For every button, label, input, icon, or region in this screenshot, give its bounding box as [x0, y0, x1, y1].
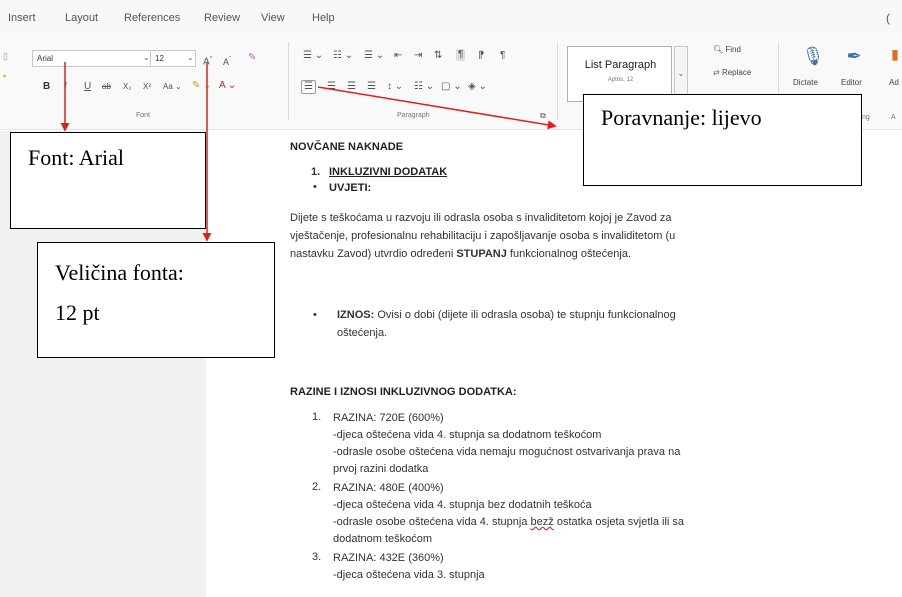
menu-review[interactable]: Review — [204, 12, 240, 24]
sort-icon[interactable]: ⇅ — [434, 50, 442, 62]
annotation-size-line: Veličina fonta: — [55, 260, 184, 285]
highlight-icon[interactable]: ✎ ⌄ — [192, 80, 212, 92]
shading-icon[interactable]: ◈ ⌄ — [468, 81, 487, 93]
divider — [288, 42, 289, 120]
align-center-icon[interactable]: ☰ — [327, 81, 336, 93]
item-inkluzivni: INKLUZIVNI DODATAK — [329, 166, 448, 178]
iznos-line: IZNOS: Ovisi o dobi (dijete ili odrasla … — [337, 309, 676, 321]
bullet: • — [313, 309, 317, 321]
level-title: RAZINA: 480E (400%) — [333, 482, 444, 494]
style-name: List Paragraph — [584, 59, 657, 71]
list-number: 2. — [312, 481, 322, 493]
group-label-cut: ng — [862, 114, 870, 121]
document-page[interactable]: NOVČANE NAKNADE 1. INKLUZIVNI DODATAK • … — [206, 131, 902, 597]
level-title: RAZINA: 432E (360%) — [333, 552, 444, 564]
paragraph-launcher-icon[interactable]: ⧉ — [540, 110, 546, 122]
paragraph-line: Dijete s teškoćama u razvoju ili odrasla… — [290, 212, 672, 224]
paragraph-line: nastavku Zavod) utvrdio određeni STUPANJ… — [290, 248, 632, 260]
align-right-icon[interactable]: ☰ — [347, 81, 356, 93]
annotation-font-size: Veličina fonta: 12 pt — [37, 242, 275, 358]
ltr-icon[interactable]: ⁋ — [478, 50, 484, 62]
menu-help[interactable]: Help — [312, 12, 335, 24]
bullet: • — [313, 181, 317, 193]
heading-razine: RAZINE I IZNOSI INKLUZIVNOG DODATKA: — [290, 386, 517, 398]
annotation-alignment: Poravnanje: lijevo — [583, 94, 862, 186]
level-line: -djeca oštećena vida 3. stupnja — [333, 569, 485, 581]
decrease-indent-icon[interactable]: ⇤ — [394, 50, 402, 62]
justify-icon[interactable]: ☰ — [367, 81, 376, 93]
line-spacing-icon[interactable]: ↕ ⌄ — [387, 81, 403, 93]
divider — [557, 42, 558, 120]
borders-icon[interactable]: ▢ ⌄ — [441, 81, 462, 93]
find-button[interactable]: 🔍︎ Find — [713, 45, 741, 54]
heading-novcane: NOVČANE NAKNADE — [290, 141, 404, 153]
font-name-field[interactable]: Arial — [32, 50, 152, 67]
level-title: RAZINA: 720E (600%) — [333, 412, 444, 424]
annotation-size-line: 12 pt — [55, 300, 100, 325]
increase-indent-icon[interactable]: ⇥ — [414, 50, 422, 62]
underline-icon[interactable]: U — [84, 81, 91, 93]
multilevel-list-icon[interactable]: ☰ ⌄ — [364, 50, 384, 62]
menu-bar: Insert Layout References Review View Hel… — [0, 0, 902, 36]
iznos-line: oštećenja. — [337, 327, 388, 339]
chevron-down-icon[interactable]: ⌄ — [187, 53, 194, 62]
group-label-cut-2: A — [891, 114, 896, 121]
editor-icon[interactable]: ✒ — [836, 46, 872, 67]
level-line: -odrasle osobe oštećena vida nemaju mogu… — [333, 446, 681, 458]
change-case-icon[interactable]: Aa ⌄ — [163, 81, 182, 93]
superscript-icon[interactable]: X² — [143, 81, 151, 93]
level-line: -djeca oštećena vida 4. stupnja bez doda… — [333, 499, 592, 511]
search-icon: 🔍︎ — [713, 45, 724, 54]
editor-label[interactable]: Editor — [841, 78, 862, 87]
list-number: 1. — [312, 411, 322, 423]
paragraph-group-label: Paragraph — [397, 112, 430, 119]
shrink-font-icon[interactable]: Aˇ — [223, 54, 231, 68]
paragraph-line: vještačenje, profesionalnu rehabilitacij… — [290, 230, 676, 242]
bullets-icon[interactable]: ☰ ⌄ — [303, 50, 323, 62]
item-uvjeti: UVJETI: — [329, 182, 372, 194]
level-line: prvoj razini dodatka — [333, 463, 429, 475]
italic-icon[interactable]: I — [64, 81, 67, 93]
menu-insert[interactable]: Insert — [8, 12, 36, 24]
format-painter-icon[interactable]: ▪ — [3, 70, 6, 82]
dictate-label[interactable]: Dictate — [793, 78, 818, 87]
grow-font-icon[interactable]: A^ — [203, 53, 213, 68]
replace-icon: ⇄ — [713, 68, 720, 77]
show-formatting-icon[interactable]: ¶ — [456, 49, 466, 61]
clear-formatting-icon[interactable]: ✎ — [248, 52, 256, 64]
font-group-label: Font — [136, 112, 151, 119]
subscript-icon[interactable]: X₂ — [123, 81, 131, 93]
menu-references[interactable]: References — [124, 12, 180, 24]
columns-icon[interactable]: ☷ ⌄ — [414, 81, 434, 93]
level-line: -djeca oštećena vida 4. stupnja sa dodat… — [333, 429, 602, 441]
strikethrough-icon[interactable]: ab — [102, 81, 111, 93]
font-color-icon[interactable]: A ⌄ — [219, 80, 236, 92]
menu-layout[interactable]: Layout — [65, 12, 98, 24]
numbering-icon[interactable]: ☷ ⌄ — [333, 50, 353, 62]
align-left-icon[interactable]: ☰ — [301, 80, 316, 94]
microphone-icon[interactable]: 🎙︎ — [793, 46, 833, 67]
chevron-down-icon[interactable]: ⌄ — [143, 53, 150, 62]
search-icon[interactable]: ( — [886, 11, 890, 25]
paragraph-mark-icon[interactable]: ¶ — [500, 50, 505, 62]
level-line: dodatnom teškoćom — [333, 533, 433, 545]
style-sub: Aptos, 12 — [607, 77, 634, 83]
list-number: 3. — [312, 551, 322, 563]
annotation-font: Font: Arial — [10, 132, 206, 229]
addins-icon[interactable]: ▮ — [888, 46, 902, 63]
replace-button[interactable]: ⇄ Replace — [713, 68, 751, 77]
list-number: 1. — [311, 166, 321, 178]
level-line: -odrasle osobe oštećena vida 4. stupnja … — [333, 516, 685, 528]
menu-view[interactable]: View — [261, 12, 285, 24]
addins-label[interactable]: Ad — [889, 78, 899, 87]
bold-icon[interactable]: B — [43, 81, 50, 93]
paste-icon[interactable]: ▯ — [3, 50, 8, 62]
